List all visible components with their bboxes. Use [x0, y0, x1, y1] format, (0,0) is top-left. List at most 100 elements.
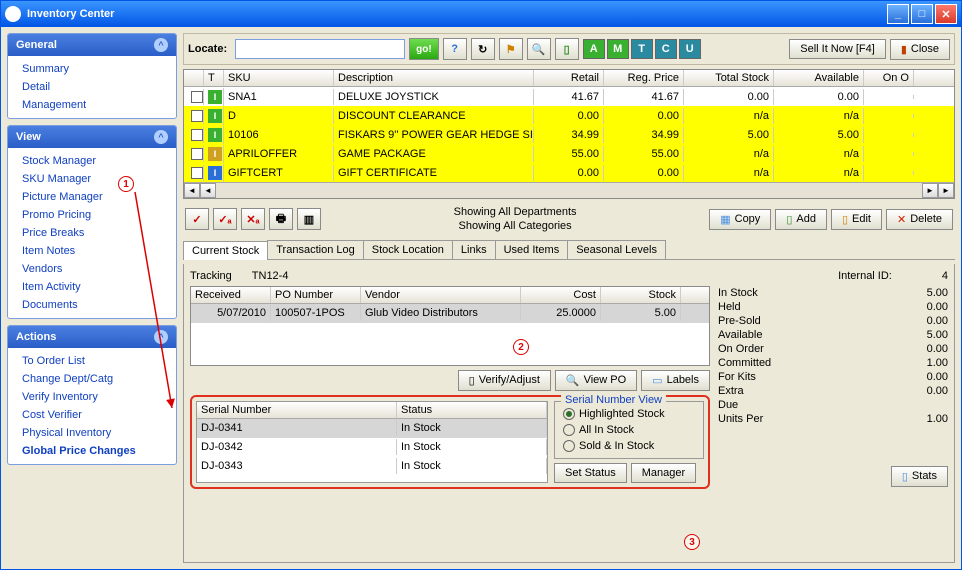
serial-row[interactable]: DJ-0341In Stock [197, 419, 547, 438]
col-po[interactable]: PO Number [271, 287, 361, 303]
collapse-icon[interactable]: ^ [154, 130, 168, 144]
sidebar-item[interactable]: Documents [8, 296, 176, 314]
view-po-button[interactable]: 🔍View PO [555, 370, 637, 391]
sidebar-item[interactable]: Price Breaks [8, 224, 176, 242]
radio-option[interactable]: All In Stock [563, 422, 695, 438]
minimize-button[interactable]: _ [887, 4, 909, 24]
col-retail[interactable]: Retail [534, 70, 604, 86]
col-status[interactable]: Status [397, 402, 547, 418]
col-cost[interactable]: Cost [521, 287, 601, 303]
collapse-icon[interactable]: ^ [154, 38, 168, 52]
inventory-row[interactable]: I D DISCOUNT CLEARANCE 0.00 0.00 n/a n/a [184, 106, 954, 125]
col-onord[interactable]: On O [864, 70, 914, 86]
close-window-button[interactable]: ✕ [935, 4, 957, 24]
filter-A[interactable]: A [583, 39, 605, 59]
filter-T[interactable]: T [631, 39, 653, 59]
locate-input[interactable] [235, 39, 405, 59]
tab[interactable]: Stock Location [363, 240, 453, 259]
col-reg[interactable]: Reg. Price [604, 70, 684, 86]
labels-button[interactable]: ▭Labels [641, 370, 710, 391]
col-avail[interactable]: Available [774, 70, 864, 86]
help-icon[interactable]: ? [443, 38, 467, 60]
radio-icon[interactable] [563, 408, 575, 420]
delete-button[interactable]: ✕Delete [886, 209, 953, 230]
sidebar-item[interactable]: Stock Manager [8, 152, 176, 170]
row-checkbox[interactable] [191, 129, 203, 141]
row-checkbox[interactable] [191, 167, 203, 179]
filter-M[interactable]: M [607, 39, 629, 59]
tab[interactable]: Current Stock [183, 241, 268, 260]
col-sku[interactable]: SKU [224, 70, 334, 86]
row-checkbox[interactable] [191, 110, 203, 122]
add-button[interactable]: ▯Add [775, 209, 827, 230]
col-vendor[interactable]: Vendor [361, 287, 521, 303]
binoculars-icon[interactable]: 🔍 [527, 38, 551, 60]
col-stock[interactable]: Stock [601, 287, 681, 303]
radio-icon[interactable] [563, 424, 575, 436]
sidebar-item[interactable]: Promo Pricing [8, 206, 176, 224]
tab[interactable]: Used Items [495, 240, 569, 259]
sidebar-item[interactable]: Picture Manager [8, 188, 176, 206]
verify-adjust-button[interactable]: ▯Verify/Adjust [458, 370, 551, 391]
go-button[interactable]: go! [409, 38, 439, 60]
serial-row[interactable]: DJ-0343In Stock [197, 457, 547, 476]
sidebar-item[interactable]: Item Activity [8, 278, 176, 296]
edit-button[interactable]: ▯Edit [831, 209, 882, 230]
radio-option[interactable]: Sold & In Stock [563, 438, 695, 454]
tab[interactable]: Transaction Log [267, 240, 363, 259]
flag-icon[interactable]: ⚑ [499, 38, 523, 60]
po-row[interactable]: 5/07/2010 100507-1POS Glub Video Distrib… [191, 304, 709, 323]
tab[interactable]: Seasonal Levels [567, 240, 666, 259]
sell-it-now-button[interactable]: Sell It Now [F4] [789, 39, 886, 59]
type-icon: I [208, 147, 222, 161]
set-status-button[interactable]: Set Status [554, 463, 627, 483]
row-checkbox[interactable] [191, 91, 203, 103]
check-all-icon[interactable]: ✓ₐ [213, 208, 237, 230]
print-icon[interactable]: 🖶 [269, 208, 293, 230]
col-serial[interactable]: Serial Number [197, 402, 397, 418]
stats-button[interactable]: ▯Stats [891, 466, 948, 487]
sidebar-item[interactable]: Management [8, 96, 176, 114]
doc-icon[interactable]: ▯ [555, 38, 579, 60]
sidebar-item[interactable]: Verify Inventory [8, 388, 176, 406]
col-desc[interactable]: Description [334, 70, 534, 86]
inventory-row[interactable]: I GIFTCERT GIFT CERTIFICATE 0.00 0.00 n/… [184, 163, 954, 182]
type-icon: I [208, 128, 222, 142]
sidebar-item[interactable]: Cost Verifier [8, 406, 176, 424]
sidebar-item[interactable]: Item Notes [8, 242, 176, 260]
serial-row[interactable]: DJ-0342In Stock [197, 438, 547, 457]
check-icon[interactable]: ✓ [185, 208, 209, 230]
uncheck-icon[interactable]: ✕ₐ [241, 208, 265, 230]
radio-option[interactable]: Highlighted Stock [563, 406, 695, 422]
sidebar-item[interactable]: SKU Manager [8, 170, 176, 188]
inventory-grid: T SKU Description Retail Reg. Price Tota… [183, 69, 955, 199]
sidebar-item[interactable]: Summary [8, 60, 176, 78]
film-icon[interactable]: ▥ [297, 208, 321, 230]
close-button[interactable]: ▮Close [890, 39, 950, 60]
inventory-row[interactable]: I SNA1 DELUXE JOYSTICK 41.67 41.67 0.00 … [184, 87, 954, 106]
refresh-icon[interactable]: ↻ [471, 38, 495, 60]
filter-U[interactable]: U [679, 39, 701, 59]
col-total[interactable]: Total Stock [684, 70, 774, 86]
internal-id-label: Internal ID: [838, 270, 892, 282]
sidebar-item[interactable]: Change Dept/Catg [8, 370, 176, 388]
inventory-row[interactable]: I APRILOFFER GAME PACKAGE 55.00 55.00 n/… [184, 144, 954, 163]
radio-icon[interactable] [563, 440, 575, 452]
tab[interactable]: Links [452, 240, 496, 259]
sidebar-item[interactable]: To Order List [8, 352, 176, 370]
col-received[interactable]: Received [191, 287, 271, 303]
inventory-row[interactable]: I 10106 FISKARS 9'' POWER GEAR HEDGE SI … [184, 125, 954, 144]
row-checkbox[interactable] [191, 148, 203, 160]
window-title: Inventory Center [27, 8, 114, 20]
copy-button[interactable]: ▦Copy [709, 209, 771, 230]
sidebar-item[interactable]: Vendors [8, 260, 176, 278]
collapse-icon[interactable]: ^ [154, 330, 168, 344]
filter-C[interactable]: C [655, 39, 677, 59]
scrollbar-h[interactable]: ◄◄ ►► [184, 182, 954, 198]
sidebar-item[interactable]: Detail [8, 78, 176, 96]
sidebar-item[interactable]: Physical Inventory [8, 424, 176, 442]
maximize-button[interactable]: □ [911, 4, 933, 24]
manager-button[interactable]: Manager [631, 463, 696, 483]
sidebar-item[interactable]: Global Price Changes [8, 442, 176, 460]
col-t[interactable]: T [204, 70, 224, 86]
